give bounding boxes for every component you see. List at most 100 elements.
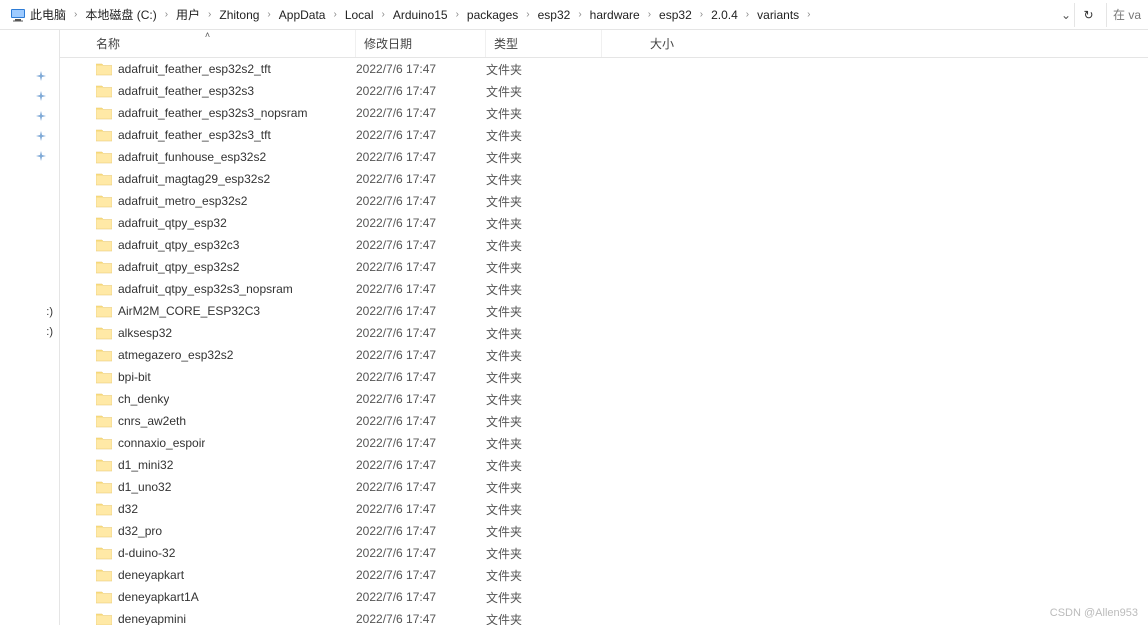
refresh-button[interactable]: ↻: [1074, 3, 1102, 27]
table-row[interactable]: deneyapkart2022/7/6 17:47文件夹: [60, 564, 1148, 586]
cell-type: 文件夹: [486, 193, 602, 210]
table-row[interactable]: adafruit_funhouse_esp32s22022/7/6 17:47文…: [60, 146, 1148, 168]
column-header-size[interactable]: 大小: [602, 30, 682, 57]
cell-type: 文件夹: [486, 215, 602, 232]
table-row[interactable]: alksesp322022/7/6 17:47文件夹: [60, 322, 1148, 344]
pin-icon[interactable]: [33, 88, 49, 104]
breadcrumb-item[interactable]: 此电脑: [4, 3, 72, 27]
table-row[interactable]: AirM2M_CORE_ESP32C32022/7/6 17:47文件夹: [60, 300, 1148, 322]
address-dropdown[interactable]: ⌄: [1058, 8, 1074, 22]
table-row[interactable]: adafruit_qtpy_esp322022/7/6 17:47文件夹: [60, 212, 1148, 234]
table-row[interactable]: connaxio_espoir2022/7/6 17:47文件夹: [60, 432, 1148, 454]
chevron-right-icon[interactable]: ›: [698, 9, 705, 20]
sidebar-item-label[interactable]: :): [46, 326, 53, 338]
chevron-right-icon[interactable]: ›: [163, 9, 170, 20]
column-header-type[interactable]: 类型: [486, 30, 602, 57]
pin-icon[interactable]: [33, 108, 49, 124]
cell-date: 2022/7/6 17:47: [356, 238, 486, 252]
cell-type: 文件夹: [486, 281, 602, 298]
column-header-date[interactable]: 修改日期: [356, 30, 486, 57]
breadcrumb-item[interactable]: esp32: [532, 3, 577, 27]
file-name: d32: [118, 502, 138, 516]
table-row[interactable]: adafruit_feather_esp32s3_nopsram2022/7/6…: [60, 102, 1148, 124]
breadcrumb-item[interactable]: 本地磁盘 (C:): [79, 3, 162, 27]
folder-icon: [96, 348, 112, 362]
chevron-right-icon[interactable]: ›: [380, 9, 387, 20]
cell-date: 2022/7/6 17:47: [356, 282, 486, 296]
chevron-right-icon[interactable]: ›: [265, 9, 272, 20]
table-row[interactable]: adafruit_qtpy_esp32c32022/7/6 17:47文件夹: [60, 234, 1148, 256]
folder-icon: [96, 216, 112, 230]
file-name: adafruit_feather_esp32s2_tft: [118, 62, 271, 76]
breadcrumb-item[interactable]: AppData: [273, 3, 332, 27]
table-row[interactable]: adafruit_qtpy_esp32s3_nopsram 2022/7/6 17…: [60, 278, 1148, 300]
pin-icon[interactable]: [33, 68, 49, 84]
computer-icon: [10, 8, 26, 22]
cell-date: 2022/7/6 17:47: [356, 62, 486, 76]
table-row[interactable]: bpi-bit2022/7/6 17:47文件夹: [60, 366, 1148, 388]
cell-date: 2022/7/6 17:47: [356, 568, 486, 582]
table-row[interactable]: deneyapmini2022/7/6 17:47文件夹: [60, 608, 1148, 625]
table-row[interactable]: d-duino-322022/7/6 17:47文件夹: [60, 542, 1148, 564]
chevron-right-icon[interactable]: ›: [744, 9, 751, 20]
chevron-right-icon[interactable]: ›: [331, 9, 338, 20]
cell-date: 2022/7/6 17:47: [356, 194, 486, 208]
search-input[interactable]: 在 va: [1106, 3, 1144, 27]
table-row[interactable]: d1_mini322022/7/6 17:47文件夹: [60, 454, 1148, 476]
chevron-right-icon[interactable]: ›: [206, 9, 213, 20]
table-row[interactable]: adafruit_feather_esp32s3_tft2022/7/6 17:…: [60, 124, 1148, 146]
breadcrumb-item[interactable]: variants: [751, 3, 805, 27]
breadcrumb-item[interactable]: Zhitong: [213, 3, 265, 27]
folder-icon: [96, 590, 112, 604]
pin-icon[interactable]: [33, 148, 49, 164]
chevron-right-icon[interactable]: ›: [454, 9, 461, 20]
column-header-name[interactable]: ˄ 名称: [60, 30, 356, 57]
cell-name: alksesp32: [60, 326, 356, 340]
cell-type: 文件夹: [486, 237, 602, 254]
table-row[interactable]: ch_denky2022/7/6 17:47文件夹: [60, 388, 1148, 410]
table-row[interactable]: d32_pro2022/7/6 17:47文件夹: [60, 520, 1148, 542]
table-row[interactable]: cnrs_aw2eth2022/7/6 17:47文件夹: [60, 410, 1148, 432]
file-list[interactable]: adafruit_feather_esp32s2_tft 2022/7/6 17:…: [60, 58, 1148, 625]
table-row[interactable]: deneyapkart1A2022/7/6 17:47文件夹: [60, 586, 1148, 608]
table-row[interactable]: d322022/7/6 17:47文件夹: [60, 498, 1148, 520]
cell-type: 文件夹: [486, 303, 602, 320]
chevron-right-icon[interactable]: ›: [646, 9, 653, 20]
chevron-right-icon[interactable]: ›: [72, 9, 79, 20]
file-name: ch_denky: [118, 392, 169, 406]
table-row[interactable]: adafruit_feather_esp32s2_tft 2022/7/6 17:…: [60, 58, 1148, 80]
cell-date: 2022/7/6 17:47: [356, 326, 486, 340]
cell-type: 文件夹: [486, 61, 602, 78]
table-row[interactable]: adafruit_magtag29_esp32s22022/7/6 17:47文…: [60, 168, 1148, 190]
table-row[interactable]: adafruit_qtpy_esp32s22022/7/6 17:47文件夹: [60, 256, 1148, 278]
table-row[interactable]: adafruit_metro_esp32s22022/7/6 17:47文件夹: [60, 190, 1148, 212]
cell-date: 2022/7/6 17:47: [356, 172, 486, 186]
cell-type: 文件夹: [486, 325, 602, 342]
chevron-right-icon[interactable]: ›: [524, 9, 531, 20]
breadcrumb-label: 此电脑: [30, 6, 66, 23]
file-name: adafruit_qtpy_esp32s3_nopsram: [118, 282, 293, 296]
cell-name: d1_mini32: [60, 458, 356, 472]
breadcrumb-item[interactable]: packages: [461, 3, 524, 27]
chevron-right-icon[interactable]: ›: [576, 9, 583, 20]
breadcrumb-item[interactable]: Arduino15: [387, 3, 454, 27]
pin-icon[interactable]: [33, 128, 49, 144]
breadcrumb-item[interactable]: Local: [339, 3, 380, 27]
cell-name: adafruit_qtpy_esp32s2: [60, 260, 356, 274]
folder-icon: [96, 480, 112, 494]
breadcrumb-item[interactable]: 用户: [170, 3, 206, 27]
cell-type: 文件夹: [486, 105, 602, 122]
table-row[interactable]: adafruit_feather_esp32s32022/7/6 17:47文件…: [60, 80, 1148, 102]
breadcrumb-item[interactable]: hardware: [584, 3, 646, 27]
sidebar-item-label[interactable]: :): [46, 306, 53, 318]
chevron-right-icon[interactable]: ›: [805, 9, 812, 20]
folder-icon: [96, 172, 112, 186]
table-row[interactable]: atmegazero_esp32s22022/7/6 17:47文件夹: [60, 344, 1148, 366]
folder-icon: [96, 568, 112, 582]
breadcrumb-item[interactable]: esp32: [653, 3, 698, 27]
cell-type: 文件夹: [486, 259, 602, 276]
cell-name: d1_uno32: [60, 480, 356, 494]
cell-type: 文件夹: [486, 171, 602, 188]
breadcrumb-item[interactable]: 2.0.4: [705, 3, 744, 27]
table-row[interactable]: d1_uno322022/7/6 17:47文件夹: [60, 476, 1148, 498]
